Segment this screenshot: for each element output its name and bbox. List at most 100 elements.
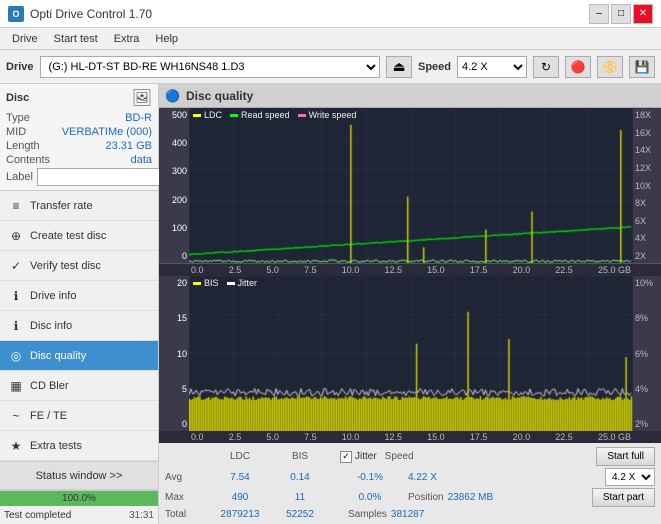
stats-header-row: LDC BIS ✓ Jitter Speed Start full: [165, 447, 655, 466]
chart1-yr-14x: 14X: [635, 145, 659, 155]
close-button[interactable]: ✕: [633, 4, 653, 24]
sidebar-item-drive-info[interactable]: ℹ Drive info: [0, 281, 158, 311]
chart-header-icon: 🔵: [165, 89, 180, 103]
verify-test-disc-icon: ✓: [8, 258, 24, 274]
menu-extra[interactable]: Extra: [106, 31, 148, 47]
sidebar-item-cd-bler[interactable]: ▦ CD Bler: [0, 371, 158, 401]
disc-contents-key: Contents: [6, 154, 50, 166]
charts-area: 500 400 300 200 100 0 LDC: [159, 108, 661, 443]
chart1-legend-ldc: LDC: [193, 110, 222, 120]
main-area: Disc 🖼 Type BD-R MID VERBATIMe (000) Len…: [0, 84, 661, 524]
chart2-legend: BIS Jitter: [193, 278, 257, 288]
jitter-checkbox[interactable]: ✓: [340, 451, 352, 463]
content-area: 🔵 Disc quality 500 400 300 200 100 0: [159, 84, 661, 524]
position-val: 23862 MB: [448, 492, 494, 503]
chart2-yr-2: 2%: [635, 419, 659, 429]
chart2-yr-10: 10%: [635, 278, 659, 288]
write-speed-legend-label: Write speed: [309, 110, 357, 120]
sidebar-item-disc-quality[interactable]: ◎ Disc quality: [0, 341, 158, 371]
sidebar-item-verify-test-disc[interactable]: ✓ Verify test disc: [0, 251, 158, 281]
stats-max-row: Max 490 11 0.0% Position 23862 MB Start …: [165, 488, 655, 507]
stats-avg-label: Avg: [165, 472, 210, 483]
chart1-yr-4x: 4X: [635, 233, 659, 243]
menu-bar: Drive Start test Extra Help: [0, 28, 661, 50]
chart2-inner: BIS Jitter: [189, 276, 633, 431]
status-window-button[interactable]: Status window >>: [0, 462, 158, 490]
drive-select[interactable]: (G:) HL-DT-ST BD-RE WH16NS48 1.D3: [40, 56, 380, 78]
samples-label: Samples: [348, 509, 387, 520]
disc-quality-label: Disc quality: [30, 350, 86, 362]
stats-max-ldc: 490: [210, 492, 270, 503]
disc-type-key: Type: [6, 112, 30, 124]
write-speed-legend-dot: [298, 114, 306, 117]
drive-bar: Drive (G:) HL-DT-ST BD-RE WH16NS48 1.D3 …: [0, 50, 661, 84]
sidebar-bottom: Status window >> 100.0% Test completed 3…: [0, 461, 158, 524]
sidebar-item-disc-info[interactable]: ℹ Disc info: [0, 311, 158, 341]
disc-panel-icon[interactable]: 🖼: [132, 88, 152, 108]
chart2-y-15: 15: [161, 313, 187, 323]
chart2-yr-8: 8%: [635, 313, 659, 323]
menu-drive[interactable]: Drive: [4, 31, 46, 47]
stats-total-label: Total: [165, 509, 210, 520]
chart2-x-0: 0.0: [191, 432, 204, 442]
chart1-x-0: 0.0: [191, 265, 204, 275]
chart1-x-5: 5.0: [266, 265, 279, 275]
chart1-yr-6x: 6X: [635, 216, 659, 226]
nav-items: ≡ Transfer rate ⊕ Create test disc ✓ Ver…: [0, 191, 158, 461]
drive-action-btn3[interactable]: 📀: [597, 56, 623, 78]
stats-max-jitter: 0.0%: [340, 492, 400, 503]
chart2-legend-jitter: Jitter: [227, 278, 258, 288]
drive-action-btn4[interactable]: 💾: [629, 56, 655, 78]
speed-select[interactable]: 4.2 X: [457, 56, 527, 78]
disc-length-val: 23.31 GB: [106, 140, 152, 152]
stats-total-bis: 52252: [270, 509, 330, 520]
drive-info-label: Drive info: [30, 290, 76, 302]
chart2-x-2: 2.5: [229, 432, 242, 442]
drive-info-icon: ℹ: [8, 288, 24, 304]
chart2-x-22: 22.5: [555, 432, 573, 442]
jitter-legend-dot: [227, 282, 235, 285]
chart1-x-20: 20.0: [513, 265, 531, 275]
position-label: Position: [408, 492, 444, 503]
drive-action-btn1[interactable]: ↻: [533, 56, 559, 78]
chart2-x-7: 7.5: [304, 432, 317, 442]
chart2-y-10: 10: [161, 349, 187, 359]
disc-label-input[interactable]: [37, 168, 171, 186]
disc-mid-key: MID: [6, 126, 26, 138]
stats-header-ldc: LDC: [210, 451, 270, 462]
sidebar-item-extra-tests[interactable]: ★ Extra tests: [0, 431, 158, 461]
maximize-button[interactable]: □: [611, 4, 631, 24]
menu-start-test[interactable]: Start test: [46, 31, 106, 47]
chart1-yr-18x: 18X: [635, 110, 659, 120]
eject-button[interactable]: ⏏: [386, 56, 412, 78]
disc-mid-val: VERBATIMe (000): [62, 126, 152, 138]
sidebar-item-transfer-rate[interactable]: ≡ Transfer rate: [0, 191, 158, 221]
drive-action-btn2[interactable]: 🔴: [565, 56, 591, 78]
sidebar-item-fe-te[interactable]: ~ FE / TE: [0, 401, 158, 431]
stats-total-row: Total 2879213 52252 Samples 381287: [165, 509, 655, 520]
start-part-button[interactable]: Start part: [592, 488, 655, 507]
chart1-x-22: 22.5: [555, 265, 573, 275]
chart1-legend-read: Read speed: [230, 110, 290, 120]
minimize-button[interactable]: –: [589, 4, 609, 24]
chart1-x-25: 25.0 GB: [598, 265, 631, 275]
jitter-legend-label: Jitter: [238, 278, 258, 288]
menu-help[interactable]: Help: [147, 31, 186, 47]
speed-dropdown[interactable]: 4.2 X: [605, 468, 655, 486]
jitter-label: Jitter: [355, 451, 377, 462]
disc-panel-title: Disc: [6, 92, 29, 104]
ldc-legend-dot: [193, 114, 201, 117]
extra-tests-icon: ★: [8, 438, 24, 454]
chart1-yr-2x: 2X: [635, 251, 659, 261]
sidebar-item-create-test-disc[interactable]: ⊕ Create test disc: [0, 221, 158, 251]
create-test-disc-label: Create test disc: [30, 230, 106, 242]
stats-header-bis: BIS: [270, 451, 330, 462]
start-full-button[interactable]: Start full: [596, 447, 655, 466]
fe-te-label: FE / TE: [30, 410, 67, 422]
bis-legend-dot: [193, 282, 201, 285]
chart1-legend: LDC Read speed Write speed: [193, 110, 356, 120]
chart2-x-axis: 0.0 2.5 5.0 7.5 10.0 12.5 15.0 17.5 20.0…: [159, 431, 661, 443]
verify-test-disc-label: Verify test disc: [30, 260, 101, 272]
chart1-y-0: 0: [161, 251, 187, 261]
chart1-x-17: 17.5: [470, 265, 488, 275]
